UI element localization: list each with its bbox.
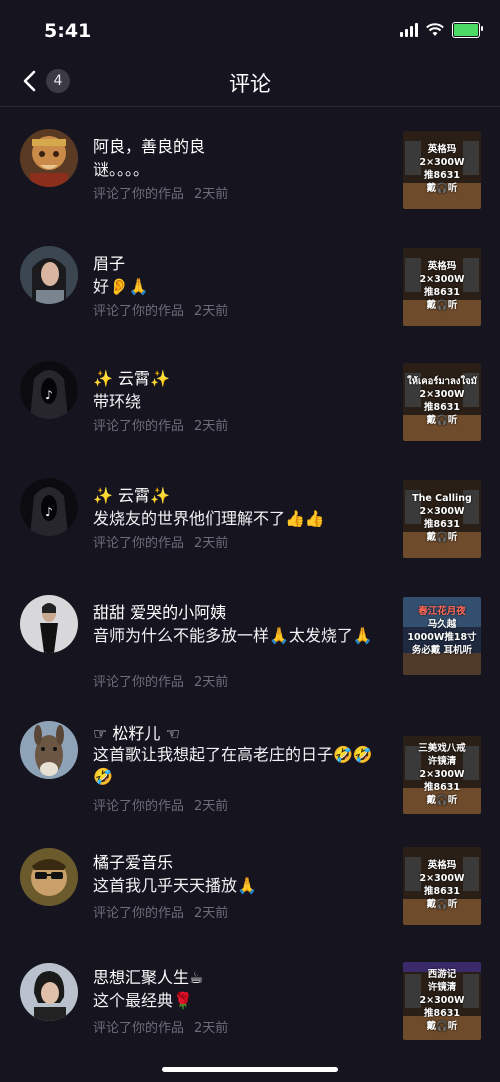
signal-icon bbox=[400, 23, 418, 37]
comment-text: 这首我几乎天天播放🙏 bbox=[93, 876, 257, 895]
comment-meta: 评论了你的作品 2天前 bbox=[93, 300, 228, 319]
page-title: 评论 bbox=[229, 72, 271, 96]
user-name[interactable]: ☞ 松籽儿 ☜ bbox=[93, 720, 180, 744]
nav-bar: 4 评论 bbox=[0, 60, 500, 107]
timestamp: 2天前 bbox=[194, 304, 229, 319]
action-text: 评论了你的作品 bbox=[93, 419, 185, 434]
thumbnail-caption: ให้เคอร์มาลงใจมั 2×300W 推8631 戴🎧听 bbox=[407, 376, 477, 426]
action-text: 评论了你的作品 bbox=[93, 304, 185, 319]
video-thumbnail[interactable]: The Calling 2×300W 推8631 戴🎧听 bbox=[403, 480, 481, 558]
comment-row[interactable]: 阿良，善良的良 谜。。。。 评论了你的作品 2天前 英格玛 2×300W 推8631 戴… bbox=[0, 115, 500, 225]
timestamp: 2天前 bbox=[194, 799, 229, 814]
comment-meta: 评论了你的作品 2天前 bbox=[93, 532, 228, 551]
video-thumbnail[interactable]: ให้เคอร์มาลงใจมั 2×300W 推8631 戴🎧听 bbox=[403, 363, 481, 441]
comment-meta: 评论了你的作品 2天前 bbox=[93, 415, 228, 434]
user-name[interactable]: 橘子爱音乐 bbox=[93, 849, 173, 873]
action-text: 评论了你的作品 bbox=[93, 536, 185, 551]
svg-text:♪: ♪ bbox=[45, 388, 53, 402]
thumbnail-caption: The Calling 2×300W 推8631 戴🎧听 bbox=[412, 493, 472, 543]
comment-row[interactable]: 橘子爱音乐 这首我几乎天天播放🙏 评论了你的作品 2天前 英格玛 2×300W 推86… bbox=[0, 847, 500, 957]
comment-row[interactable]: ♪ ✨ 云霄✨ 发烧友的世界他们理解不了👍👍 评论了你的作品 2天前 The Ca… bbox=[0, 464, 500, 574]
comment-text: 这个最经典🌹 bbox=[93, 991, 193, 1010]
svg-text:♪: ♪ bbox=[45, 505, 53, 519]
video-thumbnail[interactable]: 三美戏八戒 许镜清 2×300W 推8631 戴🎧听 bbox=[403, 736, 481, 814]
thumbnail-caption: 英格玛 2×300W 推8631 戴🎧听 bbox=[419, 144, 465, 194]
timestamp: 2天前 bbox=[194, 906, 229, 921]
video-thumbnail[interactable]: 英格玛 2×300W 推8631 戴🎧听 bbox=[403, 131, 481, 209]
comment-meta: 评论了你的作品 2天前 bbox=[93, 795, 228, 814]
comment-row[interactable]: 思想汇聚人生☕ 这个最经典🌹 评论了你的作品 2天前 西游记 许镜清 2×300W 推8… bbox=[0, 962, 500, 1072]
comment-meta: 评论了你的作品 2天前 bbox=[93, 902, 228, 921]
video-thumbnail[interactable]: 西游记 许镜清 2×300W 推8631 戴🎧听 bbox=[403, 962, 481, 1040]
comment-text: 好👂🙏 bbox=[93, 277, 149, 296]
comment-text: 音师为什么不能多放一样🙏太发烧了🙏 bbox=[93, 626, 373, 645]
action-text: 评论了你的作品 bbox=[93, 187, 185, 202]
status-bar: 5:41 bbox=[0, 0, 500, 60]
user-name[interactable]: 眉子 bbox=[93, 250, 125, 274]
action-text: 评论了你的作品 bbox=[93, 906, 185, 921]
avatar[interactable] bbox=[20, 963, 78, 1021]
timestamp: 2天前 bbox=[194, 675, 229, 690]
thumbnail-caption: 三美戏八戒 许镜清 2×300W 推8631 戴🎧听 bbox=[418, 743, 466, 806]
avatar[interactable] bbox=[20, 721, 78, 779]
comment-meta: 评论了你的作品 2天前 bbox=[93, 183, 228, 202]
comment-meta: 评论了你的作品 2天前 bbox=[93, 671, 228, 690]
video-thumbnail[interactable]: 英格玛 2×300W 推8631 戴🎧听 bbox=[403, 248, 481, 326]
timestamp: 2天前 bbox=[194, 1021, 229, 1036]
comment-row[interactable]: 眉子 好👂🙏 评论了你的作品 2天前 英格玛 2×300W 推8631 戴🎧听 bbox=[0, 232, 500, 342]
avatar[interactable]: ♪ bbox=[20, 361, 78, 419]
comment-row[interactable]: ♪ ✨ 云霄✨ 带环绕 评论了你的作品 2天前 ให้เคอร์มาลงใจมั 2… bbox=[0, 347, 500, 457]
action-text: 评论了你的作品 bbox=[93, 1021, 185, 1036]
avatar[interactable]: ♪ bbox=[20, 478, 78, 536]
action-text: 评论了你的作品 bbox=[93, 675, 185, 690]
avatar[interactable] bbox=[20, 595, 78, 653]
timestamp: 2天前 bbox=[194, 536, 229, 551]
thumbnail-caption: 西游记 许镜清 2×300W 推8631 戴🎧听 bbox=[419, 969, 465, 1032]
thumbnail-caption: 英格玛 2×300W 推8631 戴🎧听 bbox=[419, 860, 465, 910]
avatar[interactable] bbox=[20, 848, 78, 906]
user-name[interactable]: ✨ 云霄✨ bbox=[93, 482, 170, 506]
comment-text: 发烧友的世界他们理解不了👍👍 bbox=[93, 509, 325, 528]
video-thumbnail[interactable]: 春江花月夜 马久越 1000W推18寸 务必戴 耳机听 bbox=[403, 597, 481, 675]
user-name[interactable]: ✨ 云霄✨ bbox=[93, 365, 170, 389]
comment-text: 谜。。。。 bbox=[93, 160, 150, 179]
user-name[interactable]: 阿良，善良的良 bbox=[93, 133, 205, 157]
status-time: 5:41 bbox=[44, 20, 92, 42]
timestamp: 2天前 bbox=[194, 419, 229, 434]
home-indicator[interactable] bbox=[162, 1067, 338, 1072]
action-text: 评论了你的作品 bbox=[93, 799, 185, 814]
thumbnail-caption: 英格玛 2×300W 推8631 戴🎧听 bbox=[419, 261, 465, 311]
comment-row[interactable]: ☞ 松籽儿 ☜ 这首歌让我想起了在高老庄的日子🤣🤣🤣 评论了你的作品 2天前 三美… bbox=[0, 716, 500, 841]
battery-icon bbox=[452, 22, 483, 38]
status-icons bbox=[400, 22, 483, 38]
avatar[interactable] bbox=[20, 129, 78, 187]
comment-meta: 评论了你的作品 2天前 bbox=[93, 1017, 228, 1036]
user-name[interactable]: 甜甜 爱哭的小阿姨 bbox=[93, 599, 226, 623]
comment-text: 带环绕 bbox=[93, 392, 142, 411]
user-name[interactable]: 思想汇聚人生☕ bbox=[93, 964, 203, 988]
timestamp: 2天前 bbox=[194, 187, 229, 202]
comment-row[interactable]: 甜甜 爱哭的小阿姨 音师为什么不能多放一样🙏太发烧了🙏 评论了你的作品 2天前 春… bbox=[0, 581, 500, 711]
avatar[interactable] bbox=[20, 246, 78, 304]
video-thumbnail[interactable]: 英格玛 2×300W 推8631 戴🎧听 bbox=[403, 847, 481, 925]
wifi-icon bbox=[426, 23, 444, 36]
comment-text: 这首歌让我想起了在高老庄的日子🤣🤣🤣 bbox=[93, 745, 373, 786]
thumbnail-caption: 春江花月夜 马久越 1000W推18寸 务必戴 耳机听 bbox=[407, 606, 477, 656]
